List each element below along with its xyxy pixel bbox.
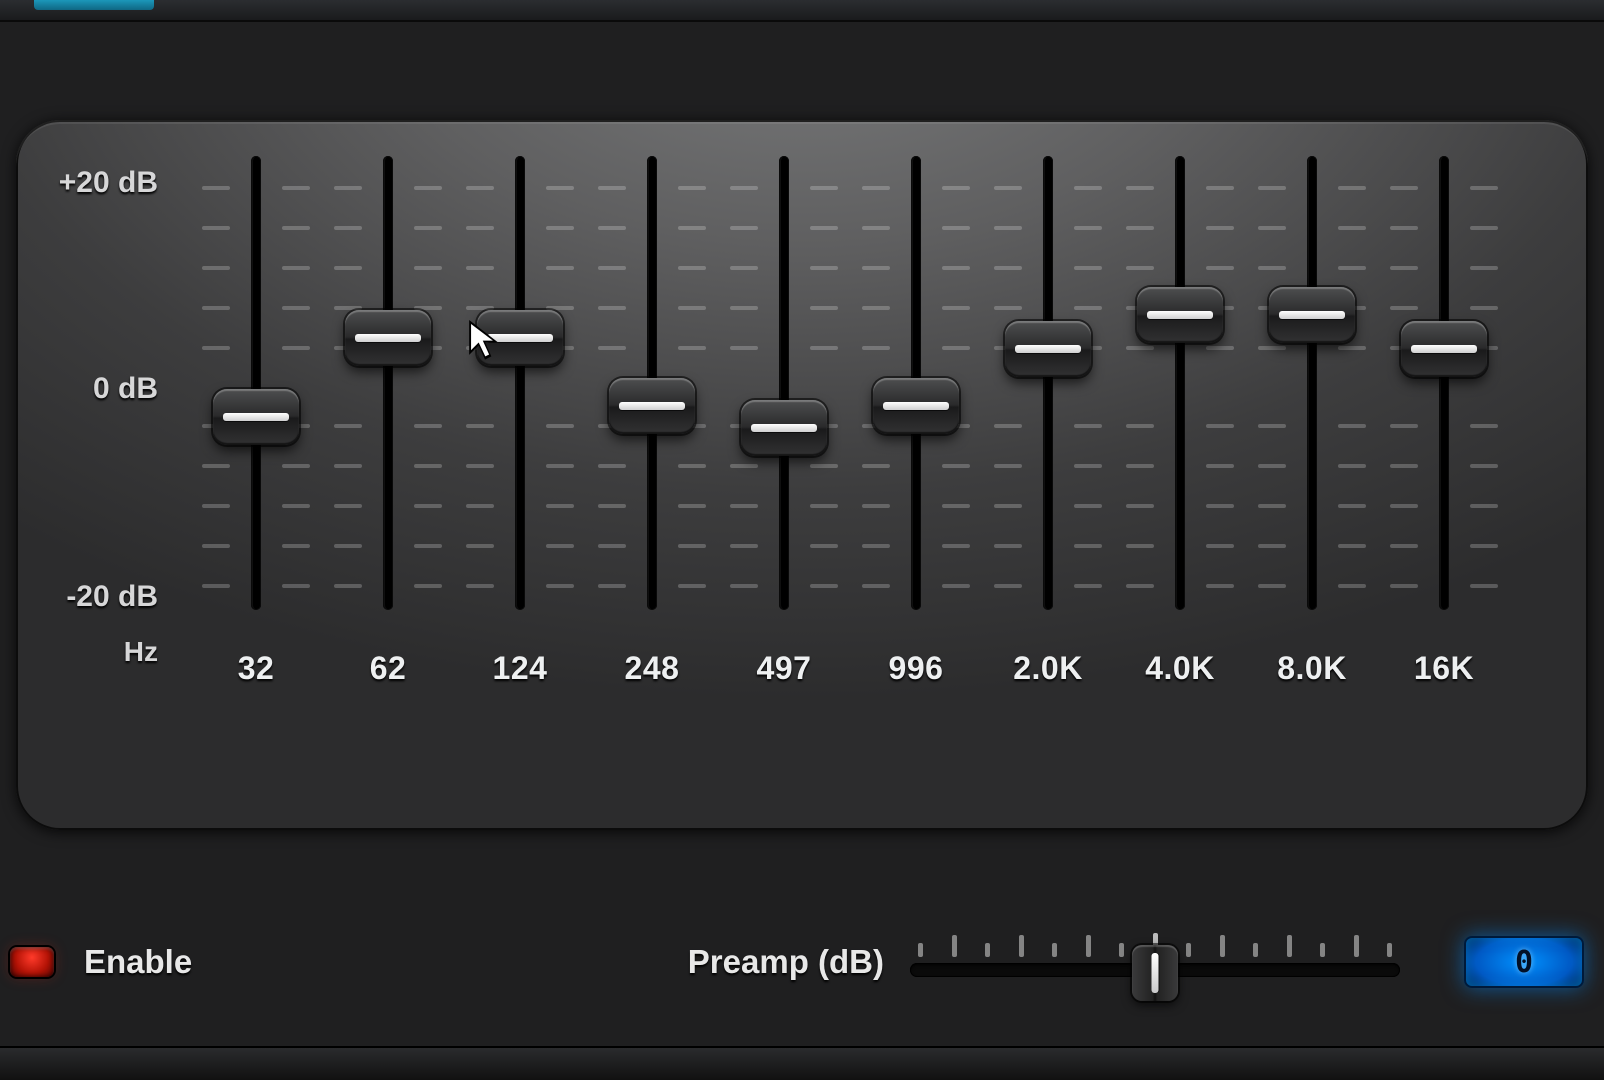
preamp-label: Preamp (dB) <box>688 943 884 981</box>
eq-band-4.0K: 4.0K <box>1122 150 1238 810</box>
eq-slider-62[interactable] <box>330 156 446 610</box>
eq-freq-label: 4.0K <box>1145 650 1215 687</box>
eq-thumb-8.0K[interactable] <box>1269 287 1355 343</box>
titlebar[interactable] <box>0 0 1604 22</box>
bottom-bar: Enable Preamp (dB) 0 <box>10 918 1594 1006</box>
eq-band-62: 62 <box>330 150 446 810</box>
eq-thumb-4.0K[interactable] <box>1137 287 1223 343</box>
eq-freq-label: 248 <box>625 650 680 687</box>
footer <box>0 1046 1604 1080</box>
eq-freq-label: 124 <box>493 650 548 687</box>
eq-groove <box>383 156 393 610</box>
eq-band-996: 996 <box>858 150 974 810</box>
eq-thumb-248[interactable] <box>609 378 695 434</box>
preamp-slider[interactable] <box>910 933 1400 991</box>
titlebar-accent <box>34 0 154 10</box>
scale-mid-label: 0 dB <box>38 372 158 406</box>
preamp-thumb[interactable] <box>1132 945 1178 1001</box>
enable-label: Enable <box>84 943 192 981</box>
eq-bands: 32 62 124 248 497 996 2.0K 4.0K 8.0K 16K <box>176 150 1548 810</box>
eq-freq-label: 62 <box>370 650 407 687</box>
eq-slider-4.0K[interactable] <box>1122 156 1238 610</box>
eq-slider-497[interactable] <box>726 156 842 610</box>
eq-groove <box>779 156 789 610</box>
eq-thumb-32[interactable] <box>213 389 299 445</box>
eq-slider-124[interactable] <box>462 156 578 610</box>
preamp-value: 0 <box>1515 945 1533 980</box>
eq-thumb-2.0K[interactable] <box>1005 321 1091 377</box>
eq-thumb-16K[interactable] <box>1401 321 1487 377</box>
equalizer-window: +20 dB 0 dB -20 dB Hz 32 62 124 248 497 996 2.… <box>0 0 1604 1080</box>
eq-slider-996[interactable] <box>858 156 974 610</box>
eq-panel: +20 dB 0 dB -20 dB Hz 32 62 124 248 497 996 2.… <box>16 120 1588 830</box>
eq-band-16K: 16K <box>1386 150 1502 810</box>
eq-band-2.0K: 2.0K <box>990 150 1106 810</box>
eq-freq-label: 8.0K <box>1277 650 1347 687</box>
eq-groove <box>1043 156 1053 610</box>
eq-thumb-124[interactable] <box>477 310 563 366</box>
scale-bot-label: -20 dB <box>38 580 158 614</box>
eq-thumb-62[interactable] <box>345 310 431 366</box>
eq-groove <box>1439 156 1449 610</box>
eq-freq-label: 2.0K <box>1013 650 1083 687</box>
eq-slider-2.0K[interactable] <box>990 156 1106 610</box>
eq-slider-16K[interactable] <box>1386 156 1502 610</box>
eq-thumb-497[interactable] <box>741 400 827 456</box>
eq-band-124: 124 <box>462 150 578 810</box>
eq-band-8.0K: 8.0K <box>1254 150 1370 810</box>
eq-groove <box>251 156 261 610</box>
enable-toggle[interactable] <box>10 947 54 977</box>
eq-band-32: 32 <box>198 150 314 810</box>
eq-freq-label: 32 <box>238 650 275 687</box>
eq-thumb-996[interactable] <box>873 378 959 434</box>
eq-band-248: 248 <box>594 150 710 810</box>
eq-groove <box>1307 156 1317 610</box>
db-scale: +20 dB 0 dB -20 dB Hz <box>36 150 176 810</box>
eq-band-497: 497 <box>726 150 842 810</box>
eq-slider-32[interactable] <box>198 156 314 610</box>
content-area: +20 dB 0 dB -20 dB Hz 32 62 124 248 497 996 2.… <box>0 22 1604 1046</box>
eq-freq-label: 996 <box>889 650 944 687</box>
eq-groove <box>515 156 525 610</box>
eq-slider-248[interactable] <box>594 156 710 610</box>
scale-top-label: +20 dB <box>38 166 158 200</box>
eq-slider-8.0K[interactable] <box>1254 156 1370 610</box>
eq-freq-label: 497 <box>757 650 812 687</box>
eq-groove <box>1175 156 1185 610</box>
eq-freq-label: 16K <box>1414 650 1474 687</box>
preamp-readout: 0 <box>1464 936 1584 988</box>
scale-unit-label: Hz <box>38 636 158 668</box>
